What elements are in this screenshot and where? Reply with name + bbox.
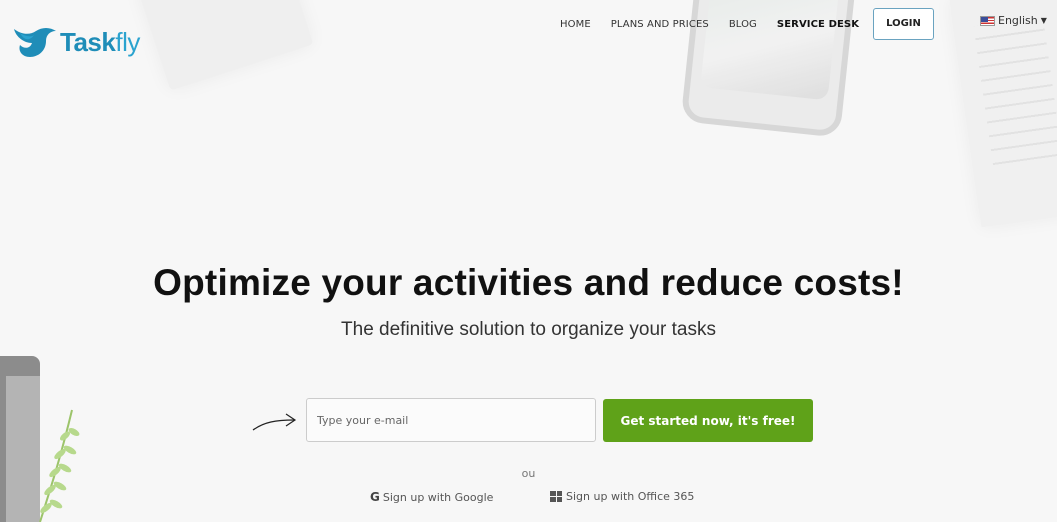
bird-logo-icon (14, 28, 56, 57)
background-paper-left (136, 0, 314, 91)
nav-service-desk-link[interactable]: SERVICE DESK (777, 19, 859, 30)
google-signup-link[interactable]: G Sign up with Google (370, 490, 493, 504)
or-separator: ou (521, 467, 536, 480)
login-button[interactable]: LOGIN (873, 8, 934, 40)
nav-blog-link[interactable]: BLOG (729, 19, 757, 30)
background-paper-right (949, 0, 1057, 228)
office365-signup-link[interactable]: Sign up with Office 365 (550, 490, 694, 503)
language-label: English (998, 14, 1038, 27)
caret-down-icon: ▼ (1040, 16, 1047, 25)
brand-name: Taskfly (60, 26, 140, 57)
nav-plans-link[interactable]: PLANS AND PRICES (611, 19, 709, 30)
taskfly-logo[interactable]: Taskfly (12, 22, 140, 62)
google-icon: G (370, 490, 380, 504)
us-flag-icon (980, 15, 995, 26)
nav-home-link[interactable]: HOME (560, 19, 591, 30)
hero-title: Optimize your activities and reduce cost… (153, 262, 904, 303)
hero-subtitle: The definitive solution to organize your… (341, 319, 716, 340)
main-nav: HOME PLANS AND PRICES BLOG SERVICE DESK … (560, 8, 934, 40)
background-plant-image (39, 409, 80, 522)
get-started-button[interactable]: Get started now, it's free! (603, 399, 813, 442)
arrow-right-icon (252, 413, 297, 431)
office365-signup-label: Sign up with Office 365 (566, 490, 695, 503)
language-selector[interactable]: English ▼ (980, 14, 1047, 27)
windows-icon (550, 491, 562, 502)
google-signup-label: Sign up with Google (382, 490, 494, 504)
email-input[interactable] (306, 398, 596, 442)
